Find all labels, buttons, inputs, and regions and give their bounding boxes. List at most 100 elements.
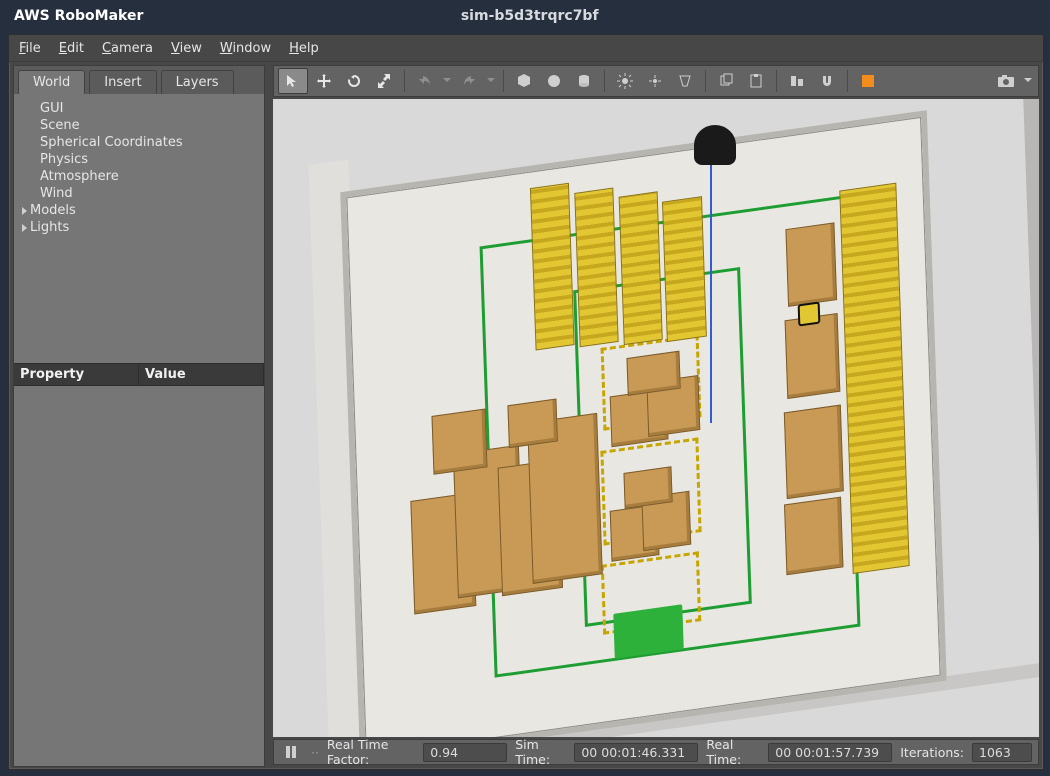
property-panel: Property Value [14, 363, 264, 766]
tab-world[interactable]: World [18, 70, 85, 94]
center-pile-2 [608, 463, 695, 564]
magnet-icon [819, 73, 835, 89]
insert-sphere[interactable] [540, 69, 568, 93]
box-pile-left [407, 392, 613, 623]
ceiling-lamp [694, 125, 736, 165]
tree-atmosphere[interactable]: Atmosphere [22, 168, 256, 185]
separator [503, 70, 504, 92]
tool-scale[interactable] [370, 69, 398, 93]
tool-rotate[interactable] [340, 69, 368, 93]
real-time-value: 00 00:01:57.739 [768, 743, 892, 762]
warehouse-scene [273, 99, 1039, 737]
chevron-down-icon [443, 77, 451, 85]
insert-box[interactable] [510, 69, 538, 93]
copy-icon [718, 73, 734, 89]
point-light-icon [647, 73, 663, 89]
screenshot-button[interactable] [992, 69, 1020, 93]
redo-menu[interactable] [485, 69, 497, 93]
panel-splitter[interactable] [265, 65, 273, 765]
separator [404, 70, 405, 92]
undo-button[interactable] [411, 69, 439, 93]
spot-light-icon [677, 73, 693, 89]
tree-models[interactable]: Models [22, 202, 256, 219]
robot [797, 302, 820, 327]
left-panel: World Insert Layers GUI Scene Spherical … [13, 65, 265, 767]
toolbar [273, 65, 1039, 97]
menu-file[interactable]: File [19, 41, 41, 56]
cube-icon [516, 73, 532, 89]
cursor-icon [285, 73, 301, 89]
left-tabs: World Insert Layers [14, 66, 264, 94]
right-panel: ·· Real Time Factor: 0.94 Sim Time: 00 0… [273, 65, 1039, 765]
record-icon [861, 74, 875, 88]
rtf-value: 0.94 [423, 743, 507, 762]
shelving-racks [530, 164, 705, 365]
separator [604, 70, 605, 92]
3d-viewport[interactable] [273, 99, 1039, 737]
insert-point-light[interactable] [641, 69, 669, 93]
redo-button[interactable] [455, 69, 483, 93]
pause-button[interactable] [280, 740, 303, 764]
caret-icon [22, 224, 27, 232]
title-bar: AWS RoboMaker sim-b5d3trqrc7bf [0, 0, 1050, 32]
tab-layers[interactable]: Layers [161, 70, 234, 94]
camera-icon [997, 74, 1015, 88]
insert-sun-light[interactable] [611, 69, 639, 93]
menu-help[interactable]: Help [289, 41, 319, 56]
insert-spot-light[interactable] [671, 69, 699, 93]
tree-physics[interactable]: Physics [22, 151, 256, 168]
menu-bar: File Edit Camera View Window Help [9, 35, 1043, 62]
separator [847, 70, 848, 92]
tree-wind[interactable]: Wind [22, 185, 256, 202]
separator [776, 70, 777, 92]
redo-icon [461, 73, 477, 89]
rotate-icon [346, 73, 362, 89]
col-value[interactable]: Value [139, 364, 264, 385]
chevron-down-icon [1024, 77, 1032, 85]
tree-lights[interactable]: Lights [22, 219, 256, 236]
paste-button[interactable] [742, 69, 770, 93]
app-name: AWS RoboMaker [14, 8, 143, 24]
align-icon [789, 73, 805, 89]
center-pile-1 [609, 348, 704, 450]
tool-select[interactable] [278, 68, 308, 94]
scale-icon [376, 73, 392, 89]
col-property[interactable]: Property [14, 364, 139, 385]
menu-window[interactable]: Window [220, 41, 271, 56]
sun-icon [617, 73, 633, 89]
copy-button[interactable] [712, 69, 740, 93]
rtf-label: Real Time Factor: [327, 737, 415, 767]
document-name: sim-b5d3trqrc7bf [143, 8, 916, 24]
tree-spherical[interactable]: Spherical Coordinates [22, 134, 256, 151]
status-bar: ·· Real Time Factor: 0.94 Sim Time: 00 0… [273, 739, 1039, 765]
tree-gui[interactable]: GUI [22, 100, 256, 117]
snap-button[interactable] [813, 69, 841, 93]
screenshot-menu[interactable] [1022, 69, 1034, 93]
align-button[interactable] [783, 69, 811, 93]
insert-cylinder[interactable] [570, 69, 598, 93]
menu-edit[interactable]: Edit [59, 41, 84, 56]
cylinder-icon [576, 73, 592, 89]
sim-time-value: 00 00:01:46.331 [574, 743, 698, 762]
right-wall-shelves [711, 183, 908, 590]
separator [705, 70, 706, 92]
chevron-down-icon [487, 77, 495, 85]
world-tree[interactable]: GUI Scene Spherical Coordinates Physics … [14, 94, 264, 242]
sphere-icon [546, 73, 562, 89]
z-axis-line [710, 163, 712, 423]
property-body [14, 386, 264, 766]
record-button[interactable] [854, 69, 882, 93]
tree-scene[interactable]: Scene [22, 117, 256, 134]
iterations-value: 1063 [972, 743, 1032, 762]
menu-camera[interactable]: Camera [102, 41, 153, 56]
undo-menu[interactable] [441, 69, 453, 93]
tool-translate[interactable] [310, 69, 338, 93]
move-icon [316, 73, 332, 89]
iterations-label: Iterations: [900, 745, 964, 760]
undo-icon [417, 73, 433, 89]
paste-icon [748, 73, 764, 89]
tab-insert[interactable]: Insert [89, 70, 156, 94]
caret-icon [22, 207, 27, 215]
menu-view[interactable]: View [171, 41, 202, 56]
pause-icon [285, 745, 297, 759]
